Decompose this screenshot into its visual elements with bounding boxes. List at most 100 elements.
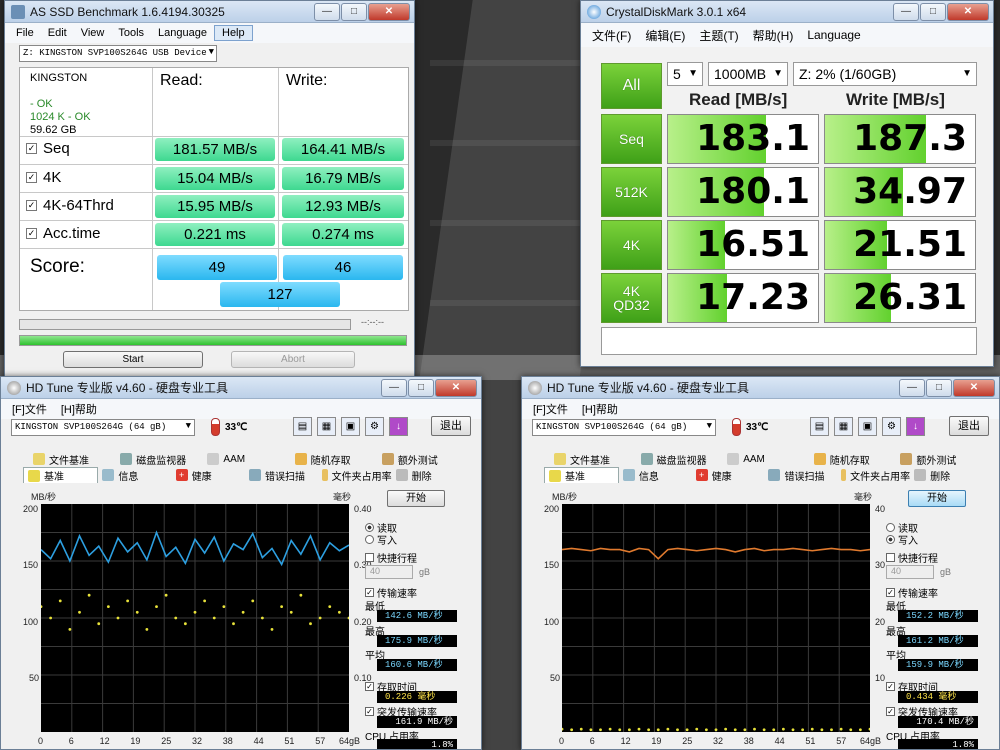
drive-select[interactable]: Z: 2% (1/60GB) ▼ [793,62,977,86]
tab-info[interactable]: 信息 [619,467,692,483]
checkbox-icon[interactable]: ✓ [26,228,37,239]
options-icon[interactable]: ⚙ [365,417,384,436]
minimize-button[interactable]: — [899,378,925,397]
minimize-button[interactable]: — [381,378,407,397]
tab-aam[interactable]: AAM [723,451,810,467]
monitor-icon [640,453,653,465]
short-stroke-checkbox[interactable]: 快捷行程 [365,550,417,565]
copy-screen-icon[interactable]: ▦ [834,417,853,436]
save-icon[interactable]: ▣ [341,417,360,436]
x-tick-label: 32 [192,736,203,746]
maximize-button[interactable]: □ [926,378,952,397]
row-acc-time[interactable]: ✓ Acc.time [26,225,101,242]
y2-tick-label: 40 [875,504,886,514]
menu-theme[interactable]: 主题(T) [692,26,745,45]
tab-error-scan[interactable]: 错误扫描 [764,467,837,483]
menu-help[interactable]: Help [214,25,253,41]
download-icon[interactable]: ↓ [389,417,408,436]
menu-file[interactable]: File [9,26,41,40]
short-stroke-checkbox[interactable]: 快捷行程 [886,550,938,565]
512k-button[interactable]: 512K [601,167,662,217]
tab-health[interactable]: + 健康 [692,467,765,483]
menu-file[interactable]: 文件(F) [585,26,638,45]
row-4k[interactable]: ✓ 4K [26,169,61,186]
maximize-button[interactable]: □ [408,378,434,397]
access-time-point [299,593,303,597]
checkbox-icon[interactable]: ✓ [26,200,37,211]
row-4k-64thrd[interactable]: ✓ 4K-64Thrd [26,197,114,214]
maximize-button[interactable]: □ [920,2,946,21]
tab-erase[interactable]: 删除 [910,467,983,483]
drive-select[interactable]: KINGSTON SVP100S264G (64 gB) ▼ [532,419,716,436]
minimize-button[interactable]: — [893,2,919,21]
abort-button[interactable]: Abort [231,351,355,368]
4k-button[interactable]: 4K [601,220,662,270]
tab-folder-usage[interactable]: 文件夹占用率 [318,467,392,483]
tab-info[interactable]: 信息 [98,467,171,483]
checkbox-icon[interactable]: ✓ [26,143,37,154]
copy-info-icon[interactable]: ▤ [293,417,312,436]
copy-screen-icon[interactable]: ▦ [317,417,336,436]
short-stroke-input[interactable]: 40 [365,565,413,579]
close-button[interactable]: ✕ [953,378,995,397]
tab-extra-tests[interactable]: 额外测试 [896,451,983,467]
access-time-point [232,622,235,626]
tab-random-access[interactable]: 随机存取 [291,451,378,467]
tab-error-scan[interactable]: 错误扫描 [245,467,318,483]
tab-benchmark[interactable]: 基准 [544,467,619,483]
count-select[interactable]: 5 ▼ [667,62,703,86]
copy-info-icon[interactable]: ▤ [810,417,829,436]
close-button[interactable]: ✕ [947,2,989,21]
exit-button[interactable]: 退出 [431,416,471,436]
all-button[interactable]: All [601,63,662,109]
close-button[interactable]: ✕ [435,378,477,397]
start-button[interactable]: 开始 [908,490,966,507]
tab-erase[interactable]: 删除 [392,467,465,483]
speaker-icon [727,453,740,465]
tab-folder-usage[interactable]: 文件夹占用率 [837,467,910,483]
tab-benchmark[interactable]: 基准 [23,467,99,483]
x-tick-label: 0 [559,736,565,746]
drive-select[interactable]: Z: KINGSTON SVP100S264G USB Device ▼ [19,45,217,62]
menu-edit[interactable]: 编辑(E) [638,26,692,45]
as-ssd-window: AS SSD Benchmark 1.6.4194.30325 — □ ✕ Fi… [4,0,415,378]
menu-help[interactable]: 帮助(H) [746,26,801,45]
close-button[interactable]: ✕ [368,2,410,21]
access-time-point [820,728,824,732]
tab-disk-monitor[interactable]: 磁盘监视器 [116,451,203,467]
tab-file-benchmark[interactable]: 文件基准 [29,451,116,467]
menu-language[interactable]: Language [800,27,867,43]
row-seq[interactable]: ✓ Seq [26,140,70,157]
write-radio[interactable]: 写入 [365,532,397,547]
save-icon[interactable]: ▣ [858,417,877,436]
tab-disk-monitor[interactable]: 磁盘监视器 [637,451,724,467]
as-ssd-menubar: File Edit View Tools Language Help [5,23,414,43]
4k-qd32-button[interactable]: 4K QD32 [601,273,662,323]
download-icon[interactable]: ↓ [906,417,925,436]
max-value: 161.2 MB/秒 [898,635,978,647]
tab-health[interactable]: + 健康 [172,467,245,483]
info-icon [622,469,635,481]
start-button[interactable]: Start [63,351,203,368]
tab-aam[interactable]: AAM [203,451,290,467]
options-icon[interactable]: ⚙ [882,417,901,436]
tab-random-access[interactable]: 随机存取 [810,451,897,467]
tab-file-benchmark[interactable]: 文件基准 [550,451,637,467]
y2-tick-label: 20 [875,617,886,627]
size-select[interactable]: 1000MB ▼ [708,62,788,86]
start-button[interactable]: 开始 [387,490,445,507]
menu-language[interactable]: Language [151,26,214,40]
comment-field[interactable] [601,327,977,355]
menu-view[interactable]: View [74,26,112,40]
write-radio[interactable]: 写入 [886,532,918,547]
drive-select[interactable]: KINGSTON SVP100S264G (64 gB) ▼ [11,419,195,436]
short-stroke-input[interactable]: 40 [886,565,934,579]
checkbox-icon[interactable]: ✓ [26,172,37,183]
menu-edit[interactable]: Edit [41,26,74,40]
tab-extra-tests[interactable]: 额外测试 [378,451,465,467]
exit-button[interactable]: 退出 [949,416,989,436]
menu-tools[interactable]: Tools [111,26,151,40]
maximize-button[interactable]: □ [341,2,367,21]
minimize-button[interactable]: — [314,2,340,21]
seq-button[interactable]: Seq [601,114,662,164]
